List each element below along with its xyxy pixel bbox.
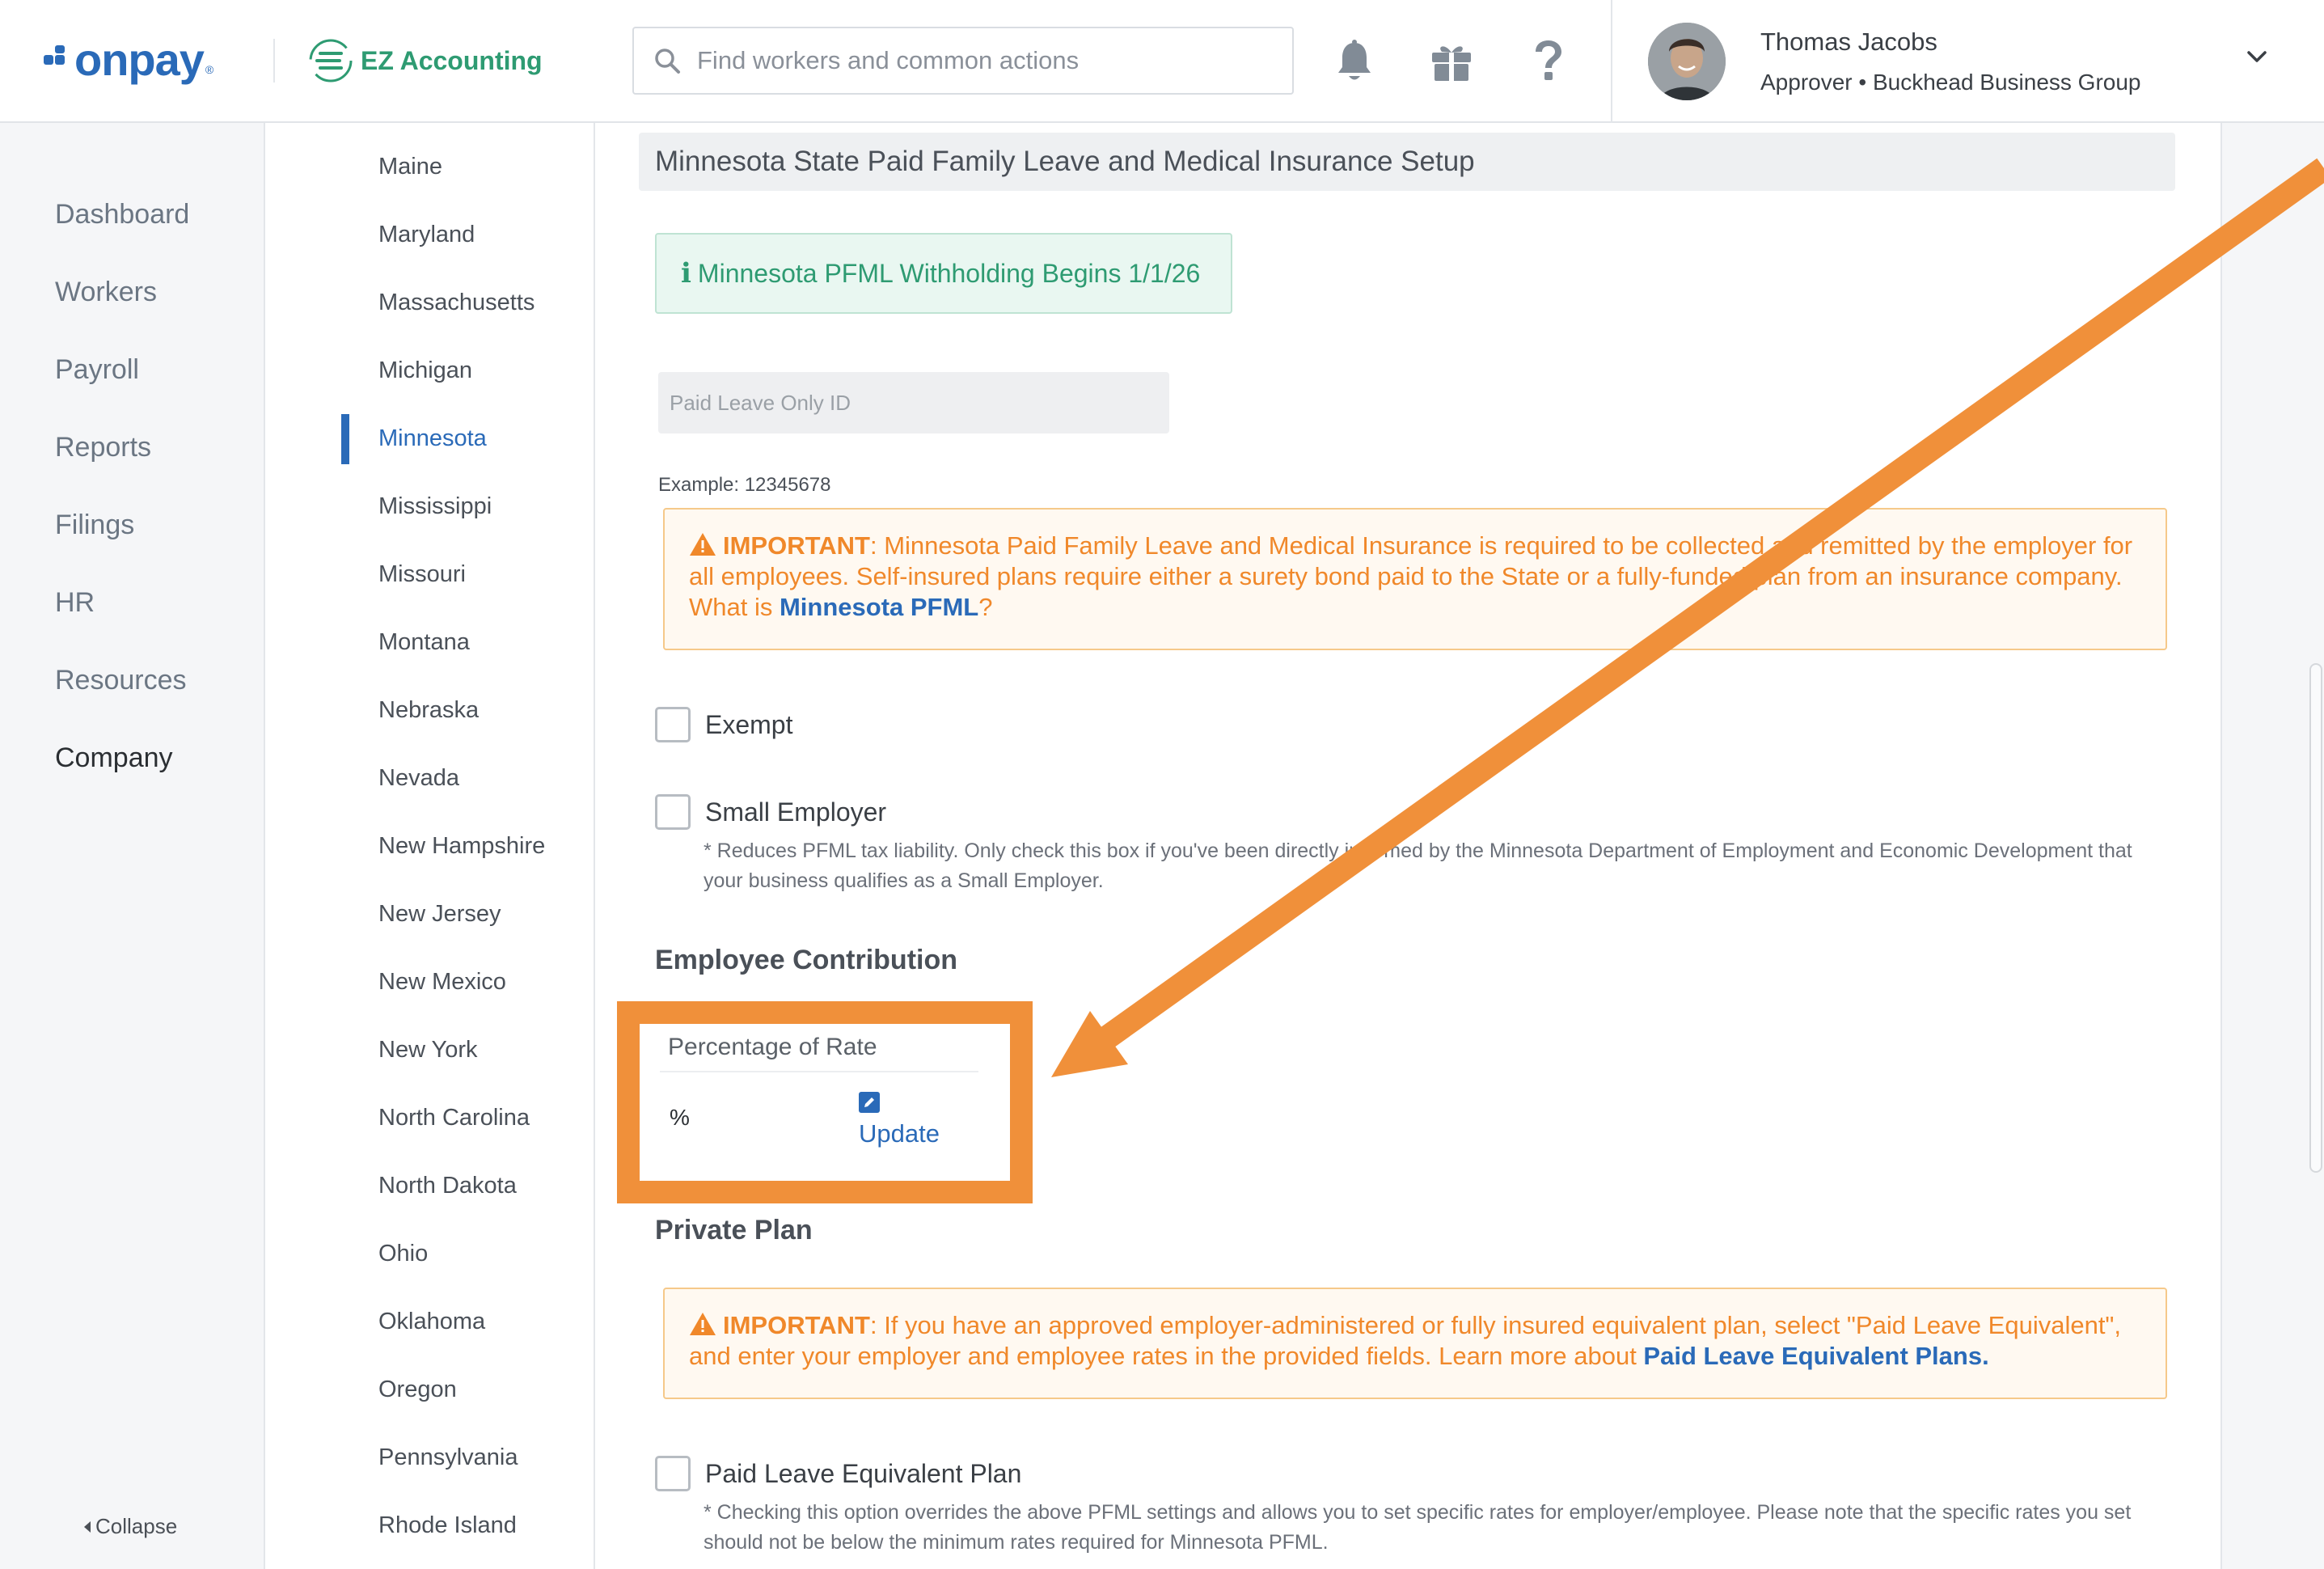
pencil-glyph xyxy=(864,1097,874,1107)
onpay-logo-mark xyxy=(44,45,70,73)
sidebar-item-resources[interactable]: Resources xyxy=(55,665,187,696)
scrollbar-thumb[interactable] xyxy=(2309,663,2322,1173)
pfml-warning: IMPORTANT: Minnesota Paid Family Leave a… xyxy=(663,508,2167,650)
state-item[interactable]: Oregon xyxy=(378,1377,457,1403)
small-employer-checkbox[interactable] xyxy=(655,794,691,830)
search-input[interactable] xyxy=(695,45,1265,76)
top-bar: onpay ® EZ Accounting Find workers and c… xyxy=(0,0,2324,123)
notifications-button[interactable] xyxy=(1332,37,1377,86)
avatar[interactable] xyxy=(1648,23,1726,100)
paid-leave-equivalent-note: * Checking this option overrides the abo… xyxy=(704,1501,2132,1554)
small-employer-row[interactable]: Small Employer xyxy=(655,794,886,830)
sidebar-item-workers[interactable]: Workers xyxy=(55,277,157,308)
search-box[interactable] xyxy=(632,27,1294,95)
help-icon xyxy=(1536,40,1561,80)
paid-leave-equivalent-plans-link[interactable]: Paid Leave Equivalent Plans. xyxy=(1643,1342,1988,1370)
sidebar-item-payroll[interactable]: Payroll xyxy=(55,354,139,386)
state-item[interactable]: Pennsylvania xyxy=(378,1444,518,1471)
sidebar-item-company[interactable]: Company xyxy=(55,742,173,774)
onpay-wordmark: onpay xyxy=(74,33,205,85)
state-item[interactable]: Rhode Island xyxy=(378,1512,517,1539)
state-item[interactable]: Michigan xyxy=(378,357,472,384)
exempt-label[interactable]: Exempt xyxy=(705,710,792,740)
user-photo xyxy=(1648,23,1726,100)
help-button[interactable] xyxy=(1526,37,1571,86)
chevron-down-icon xyxy=(2247,51,2267,62)
onpay-logo[interactable]: onpay ® xyxy=(44,31,213,87)
ez-logo-mark-icon xyxy=(309,39,353,82)
state-item[interactable]: New York xyxy=(378,1037,478,1064)
state-item[interactable]: Nebraska xyxy=(378,697,479,724)
ez-accounting-wordmark: EZ Accounting xyxy=(361,45,543,75)
search-icon xyxy=(655,49,680,74)
small-employer-note: * Reduces PFML tax liability. Only check… xyxy=(704,839,2132,892)
ez-accounting-logo: EZ Accounting xyxy=(307,36,543,86)
user-menu-toggle[interactable] xyxy=(2246,49,2267,69)
pfml-warning-suffix: ? xyxy=(978,593,993,621)
state-item[interactable]: Nevada xyxy=(378,765,459,792)
exempt-checkbox[interactable] xyxy=(655,707,691,742)
sidebar-item-hr[interactable]: HR xyxy=(55,587,95,619)
collapse-label: Collapse xyxy=(95,1514,178,1538)
sidebar-item-filings[interactable]: Filings xyxy=(55,510,134,541)
sidebar-item-reports[interactable]: Reports xyxy=(55,432,151,463)
paid-leave-equivalent-label[interactable]: Paid Leave Equivalent Plan xyxy=(705,1459,1021,1489)
right-gutter xyxy=(2220,123,2324,1569)
caret-left-icon xyxy=(84,1520,91,1533)
state-item[interactable]: North Carolina xyxy=(378,1105,530,1131)
state-item[interactable]: Mississippi xyxy=(378,493,492,520)
state-item-selected[interactable]: Minnesota xyxy=(378,425,487,452)
main-sidebar xyxy=(0,123,265,1569)
collapse-sidebar-button[interactable]: Collapse xyxy=(84,1514,177,1539)
paid-leave-equivalent-checkbox[interactable] xyxy=(655,1456,691,1491)
state-item[interactable]: North Dakota xyxy=(378,1173,517,1199)
warning-icon xyxy=(690,1313,716,1335)
id-example-text: Example: 12345678 xyxy=(658,474,831,496)
state-item[interactable]: Massachusetts xyxy=(378,290,535,316)
state-item[interactable]: New Mexico xyxy=(378,969,506,996)
state-item[interactable]: Oklahoma xyxy=(378,1309,485,1335)
info-banner: i Minnesota PFML Withholding Begins 1/1/… xyxy=(655,233,1232,314)
edit-icon[interactable] xyxy=(859,1092,880,1113)
employee-contribution-highlight xyxy=(617,1001,1033,1203)
state-item[interactable]: Maine xyxy=(378,154,442,180)
state-item[interactable]: Montana xyxy=(378,629,470,656)
state-item[interactable]: New Hampshire xyxy=(378,833,545,860)
contribution-divider xyxy=(660,1071,978,1072)
state-item[interactable]: Ohio xyxy=(378,1241,428,1267)
state-item[interactable]: Maryland xyxy=(378,222,475,248)
state-item[interactable]: New Jersey xyxy=(378,901,501,928)
minnesota-pfml-link[interactable]: Minnesota PFML xyxy=(780,593,978,621)
user-divider xyxy=(1611,0,1612,123)
user-role: Approver • Buckhead Business Group xyxy=(1760,70,2141,95)
private-plan-heading: Private Plan xyxy=(655,1215,813,1245)
warning-icon xyxy=(690,533,716,556)
percentage-of-rate-header: Percentage of Rate xyxy=(668,1034,877,1060)
sidebar-item-dashboard[interactable]: Dashboard xyxy=(55,199,189,230)
state-item[interactable]: Missouri xyxy=(378,561,466,588)
gifts-button[interactable] xyxy=(1429,37,1474,86)
important-label: IMPORTANT xyxy=(723,531,870,560)
section-title: Minnesota State Paid Family Leave and Me… xyxy=(639,133,2175,191)
paid-leave-id-input[interactable] xyxy=(658,372,1169,433)
percentage-value: % xyxy=(670,1105,690,1130)
paid-leave-equivalent-row[interactable]: Paid Leave Equivalent Plan xyxy=(655,1456,1021,1491)
logo-divider xyxy=(273,39,275,82)
private-plan-warning: IMPORTANT: If you have an approved emplo… xyxy=(663,1288,2167,1399)
info-banner-text: Minnesota PFML Withholding Begins 1/1/26 xyxy=(697,258,1201,288)
gift-icon xyxy=(1432,46,1471,81)
exempt-row[interactable]: Exempt xyxy=(655,707,792,742)
info-icon: i xyxy=(681,257,691,290)
bell-icon xyxy=(1338,40,1371,80)
user-name[interactable]: Thomas Jacobs xyxy=(1760,27,1937,57)
registered-mark: ® xyxy=(205,63,214,76)
update-contribution-link[interactable]: Update xyxy=(859,1119,940,1148)
important-label: IMPORTANT xyxy=(723,1311,870,1339)
selected-state-indicator xyxy=(341,414,349,464)
small-employer-label[interactable]: Small Employer xyxy=(705,797,886,827)
employee-contribution-heading: Employee Contribution xyxy=(655,945,957,975)
